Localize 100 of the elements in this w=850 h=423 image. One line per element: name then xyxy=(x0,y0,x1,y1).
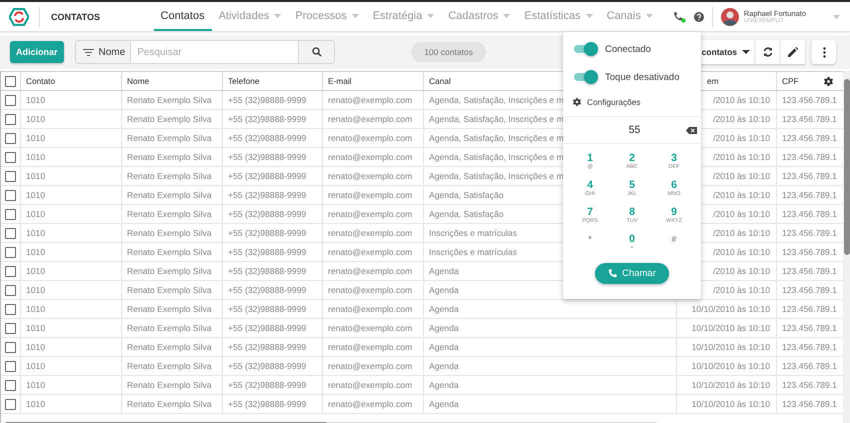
table-cell: renato@exemplo.com xyxy=(323,167,424,185)
table-cell: +55 (32)98888-9999 xyxy=(223,395,323,413)
table-cell: renato@exemplo.com xyxy=(323,395,424,413)
column-header[interactable]: E-mail xyxy=(328,76,352,86)
table-cell: Renato Exemplo Silva xyxy=(122,167,223,185)
add-button[interactable]: Adicionar xyxy=(10,41,64,63)
table-cell: +55 (32)98888-9999 xyxy=(223,262,323,280)
nav-tab[interactable]: Estatísticas xyxy=(517,2,600,31)
table-cell: 10/10/2010 às 10:10 xyxy=(677,357,777,375)
row-checkbox[interactable] xyxy=(5,342,16,352)
table-cell: 1010 xyxy=(21,357,122,375)
nav-tab[interactable]: Estratégia xyxy=(366,2,442,31)
table-cell: 1010 xyxy=(21,186,122,204)
table-cell: +55 (32)98888-9999 xyxy=(223,338,323,356)
table-cell: 1010 xyxy=(21,129,122,147)
refresh-icon xyxy=(763,47,773,57)
row-checkbox[interactable] xyxy=(5,322,16,334)
vertical-scrollbar[interactable] xyxy=(844,79,850,255)
table-cell: renato@exemplo.com xyxy=(323,148,424,166)
table-cell: Renato Exemplo Silva xyxy=(122,376,223,394)
table-cell: Renato Exemplo Silva xyxy=(122,300,223,318)
table-cell: 1010 xyxy=(21,167,122,185)
settings-link[interactable]: Configurações xyxy=(587,97,641,107)
row-checkbox[interactable] xyxy=(5,284,16,296)
nav-tab[interactable]: Cadastros xyxy=(441,2,518,31)
toggle-label: Conectado xyxy=(605,44,651,54)
table-cell: renato@exemplo.com xyxy=(323,205,424,223)
settings-icon[interactable] xyxy=(824,76,833,86)
table-cell: Renato Exemplo Silva xyxy=(122,281,223,299)
backspace-icon[interactable] xyxy=(686,126,697,134)
help-icon[interactable] xyxy=(694,12,704,22)
table-cell: Renato Exemplo Silva xyxy=(122,148,223,166)
table-cell: +55 (32)98888-9999 xyxy=(223,300,323,318)
table-cell: 1010 xyxy=(21,300,122,318)
table-cell: renato@exemplo.com xyxy=(323,129,424,147)
table-cell: 1010 xyxy=(21,338,122,356)
user-menu-caret-icon xyxy=(833,14,840,18)
row-checkbox[interactable] xyxy=(5,94,16,106)
row-checkbox[interactable] xyxy=(5,208,16,220)
row-checkbox[interactable] xyxy=(5,114,16,124)
table-cell: Renato Exemplo Silva xyxy=(122,91,223,109)
table-cell: Agenda xyxy=(424,395,677,413)
row-checkbox[interactable] xyxy=(5,304,16,314)
column-header[interactable]: CPF xyxy=(782,76,799,86)
table-cell: Renato Exemplo Silva xyxy=(122,243,223,261)
table-cell: renato@exemplo.com xyxy=(323,224,424,242)
phone-icon[interactable] xyxy=(672,10,686,22)
row-checkbox[interactable] xyxy=(5,266,16,276)
view-dropdown[interactable]: contatos xyxy=(700,40,755,64)
table-cell: 1010 xyxy=(21,281,122,299)
column-header[interactable]: Nome xyxy=(127,76,150,86)
column-header[interactable]: Contato xyxy=(26,76,56,86)
table-cell: +55 (32)98888-9999 xyxy=(223,91,323,109)
nav-tab[interactable]: Canais xyxy=(600,2,660,31)
row-checkbox[interactable] xyxy=(5,228,16,238)
avatar-icon[interactable] xyxy=(720,8,739,26)
call-button[interactable]: Chamar xyxy=(595,263,669,284)
row-checkbox[interactable] xyxy=(5,360,16,372)
table-cell: renato@exemplo.com xyxy=(323,91,424,109)
nav-tab[interactable]: Atividades xyxy=(212,2,288,31)
row-checkbox[interactable] xyxy=(5,246,16,258)
row-checkbox[interactable] xyxy=(5,170,16,182)
table-cell: +55 (32)98888-9999 xyxy=(223,129,323,147)
table-cell: renato@exemplo.com xyxy=(323,357,424,375)
select-all-checkbox[interactable] xyxy=(5,76,16,86)
column-header[interactable]: Canal xyxy=(429,76,451,86)
table-cell: renato@exemplo.com xyxy=(323,376,424,394)
table-cell: Agenda xyxy=(424,300,677,318)
search-field[interactable]: Nome Pesquisar xyxy=(74,40,336,64)
table-cell: Agenda xyxy=(424,357,677,375)
table-cell: 1010 xyxy=(21,148,122,166)
table-cell: +55 (32)98888-9999 xyxy=(223,186,323,204)
table-cell: Renato Exemplo Silva xyxy=(122,338,223,356)
table-cell: 10/10/2010 às 10:10 xyxy=(677,376,777,394)
column-header[interactable]: em xyxy=(707,76,719,86)
table-cell: +55 (32)98888-9999 xyxy=(223,319,323,337)
edit-button[interactable] xyxy=(780,40,805,64)
row-checkbox[interactable] xyxy=(5,152,16,162)
row-checkbox[interactable] xyxy=(5,190,16,200)
table-cell: 10/10/2010 às 10:10 xyxy=(677,338,777,356)
table-cell: 10/10/2010 às 10:10 xyxy=(677,395,777,413)
nav-tab[interactable]: Contatos xyxy=(154,2,212,31)
row-checkbox[interactable] xyxy=(5,380,16,390)
table-cell: +55 (32)98888-9999 xyxy=(223,376,323,394)
nav-tab[interactable]: Processos xyxy=(288,2,366,31)
pencil-icon xyxy=(788,47,798,57)
search-button[interactable] xyxy=(298,41,334,63)
row-checkbox[interactable] xyxy=(5,132,16,144)
table-cell: Renato Exemplo Silva xyxy=(122,395,223,413)
table-cell: Renato Exemplo Silva xyxy=(122,129,223,147)
table-cell: 10/10/2010 às 10:10 xyxy=(677,319,777,337)
table-cell: Renato Exemplo Silva xyxy=(122,319,223,337)
filter-button[interactable]: Nome xyxy=(76,41,132,63)
table-cell: Agenda xyxy=(424,376,677,394)
table-cell: renato@exemplo.com xyxy=(323,186,424,204)
column-header[interactable]: Telefone xyxy=(228,76,260,86)
table-cell: renato@exemplo.com xyxy=(323,281,424,299)
row-checkbox[interactable] xyxy=(5,398,16,410)
settings-icon xyxy=(573,98,581,106)
refresh-button[interactable] xyxy=(755,40,780,64)
